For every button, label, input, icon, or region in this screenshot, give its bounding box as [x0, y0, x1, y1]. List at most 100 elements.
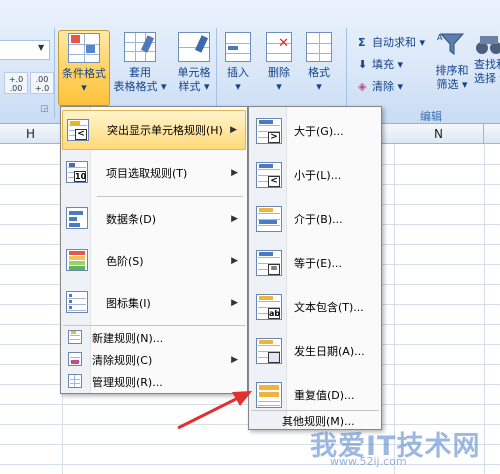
text-contains-icon: ab: [256, 294, 282, 320]
chevron-right-icon: ▶: [230, 125, 237, 135]
less-than-icon: <: [256, 162, 282, 188]
submenu-item-between[interactable]: 介于(B)...: [250, 198, 380, 240]
data-bars-icon: [66, 207, 88, 229]
menu-item-clear-rules[interactable]: 清除规则(C) ▶: [62, 349, 246, 371]
format-as-table-button[interactable]: 套用 表格格式 ▾: [112, 30, 168, 106]
text-ab-symbol: ab: [268, 308, 281, 319]
svg-text:A: A: [437, 33, 443, 42]
increase-decimal-top: +.0: [8, 75, 24, 84]
icon-sets-icon: [66, 291, 88, 313]
clear-rules-icon: [68, 352, 82, 366]
format-label: 格式: [308, 66, 330, 79]
between-icon: [256, 206, 282, 232]
submenu-item-label: 重复值(D)...: [294, 389, 355, 402]
format-icon: [306, 32, 332, 62]
column-header-n[interactable]: N: [394, 124, 484, 144]
new-rule-icon: [68, 330, 82, 344]
menu-item-top-bottom[interactable]: 10 项目选取规则(T) ▶: [62, 153, 246, 193]
format-as-table-label2: 表格格式 ▾: [113, 80, 167, 93]
submenu-item-label: 文本包含(T)...: [294, 301, 364, 314]
top-bottom-icon: 10: [66, 161, 88, 183]
chevron-right-icon: ▶: [231, 355, 238, 365]
clear-label: 清除 ▾: [372, 80, 404, 93]
decrease-decimal-top: .00: [35, 75, 49, 84]
delete-icon: ✕: [266, 32, 292, 62]
submenu-item-text-contains[interactable]: ab 文本包含(T)...: [250, 286, 380, 328]
menu-item-color-scales[interactable]: 色阶(S) ▶: [62, 241, 246, 281]
conditional-format-button[interactable]: 条件格式 ▾: [58, 30, 110, 106]
edit-group-label: 编辑: [420, 110, 442, 123]
greater-than-symbol: >: [268, 132, 280, 143]
decrease-decimal-bottom: +.0: [34, 84, 50, 93]
menu-item-label: 项目选取规则(T): [106, 167, 188, 180]
menu-item-manage-rules[interactable]: 管理规则(R)...: [62, 371, 246, 393]
format-button[interactable]: 格式 ▾: [296, 30, 342, 106]
decrease-decimal-button[interactable]: .00 +.0: [30, 72, 54, 94]
chevron-right-icon: ▶: [231, 298, 238, 308]
menu-item-label: 突出显示单元格规则(H): [107, 124, 223, 137]
chevron-down-icon[interactable]: ▼: [38, 43, 44, 52]
highlight-cells-submenu: > 大于(G)... < 小于(L)... 介于(B)... = 等于(E)..…: [248, 106, 382, 430]
color-scales-icon: [66, 249, 88, 271]
find-select-label: 查找和: [474, 58, 500, 71]
menu-item-label: 清除规则(C): [92, 354, 153, 367]
chevron-right-icon: ▶: [231, 256, 238, 266]
clear-button[interactable]: ◈ 清除 ▾: [358, 78, 403, 94]
menu-item-label: 色阶(S): [106, 255, 144, 268]
insert-button[interactable]: 插入 ▾: [214, 30, 262, 106]
duplicate-values-icon: [256, 382, 282, 408]
fill-down-icon: ⬇: [358, 58, 368, 71]
autosum-button[interactable]: Σ 自动求和 ▾: [358, 34, 425, 50]
calendar-icon: [256, 338, 282, 364]
equal-to-icon: =: [256, 250, 282, 276]
menu-item-label: 管理规则(R)...: [92, 376, 163, 389]
sort-filter-icon: A: [437, 30, 467, 58]
sort-filter-label: 排序和: [435, 64, 469, 77]
conditional-format-icon: [68, 33, 100, 63]
less-than-symbol: <: [268, 176, 280, 187]
submenu-item-label: 小于(L)...: [294, 169, 342, 182]
manage-rules-icon: [68, 374, 82, 388]
submenu-item-equal-to[interactable]: = 等于(E)...: [250, 242, 380, 284]
equal-symbol: =: [268, 264, 280, 275]
sort-filter-button[interactable]: A 排序和 筛选 ▾: [430, 30, 474, 92]
insert-icon: [225, 32, 251, 62]
menu-item-icon-sets[interactable]: 图标集(I) ▶: [62, 283, 246, 323]
conditional-format-chevron: ▾: [81, 81, 87, 94]
chevron-right-icon: ▶: [231, 168, 238, 178]
format-as-table-label: 套用: [129, 66, 151, 79]
insert-chevron: ▾: [235, 80, 241, 93]
increase-decimal-bottom: .00: [9, 84, 23, 93]
menu-item-highlight-cells[interactable]: < 突出显示单元格规则(H) ▶: [62, 110, 246, 150]
submenu-item-less-than[interactable]: < 小于(L)...: [250, 154, 380, 196]
menu-item-new-rule[interactable]: 新建规则(N)...: [62, 327, 246, 349]
greater-than-icon: >: [256, 118, 282, 144]
highlight-cells-icon: <: [67, 119, 89, 141]
eraser-icon: ◈: [358, 80, 367, 93]
menu-item-label: 新建规则(N)...: [92, 332, 164, 345]
increase-decimal-button[interactable]: +.0 .00: [4, 72, 28, 94]
cell-style-icon: [178, 32, 210, 62]
fill-button[interactable]: ⬇ 填充 ▾: [358, 56, 403, 72]
autosum-label: 自动求和 ▾: [372, 36, 426, 49]
submenu-item-label: 发生日期(A)...: [294, 345, 365, 358]
menu-item-label: 数据条(D): [106, 213, 157, 226]
table-format-icon: [124, 32, 156, 62]
find-select-button[interactable]: 查找和 选择 ▾: [474, 30, 500, 86]
group-separator: [54, 28, 55, 118]
submenu-item-label: 大于(G)...: [294, 125, 344, 138]
submenu-item-label: 等于(E)...: [294, 257, 343, 270]
insert-label: 插入: [227, 66, 249, 79]
submenu-item-greater-than[interactable]: > 大于(G)...: [250, 110, 380, 152]
column-header-h[interactable]: H: [0, 124, 62, 144]
group-separator: [346, 28, 347, 118]
sigma-icon: Σ: [358, 36, 366, 49]
menu-item-label: 图标集(I): [106, 297, 151, 310]
menu-item-data-bars[interactable]: 数据条(D) ▶: [62, 199, 246, 239]
submenu-item-date-occurring[interactable]: 发生日期(A)...: [250, 330, 380, 372]
format-chevron: ▾: [316, 80, 322, 93]
fill-label: 填充 ▾: [372, 58, 404, 71]
submenu-item-label: 介于(B)...: [294, 213, 343, 226]
dialog-launcher-icon[interactable]: ◲: [40, 104, 49, 114]
conditional-format-label: 条件格式: [62, 67, 106, 80]
